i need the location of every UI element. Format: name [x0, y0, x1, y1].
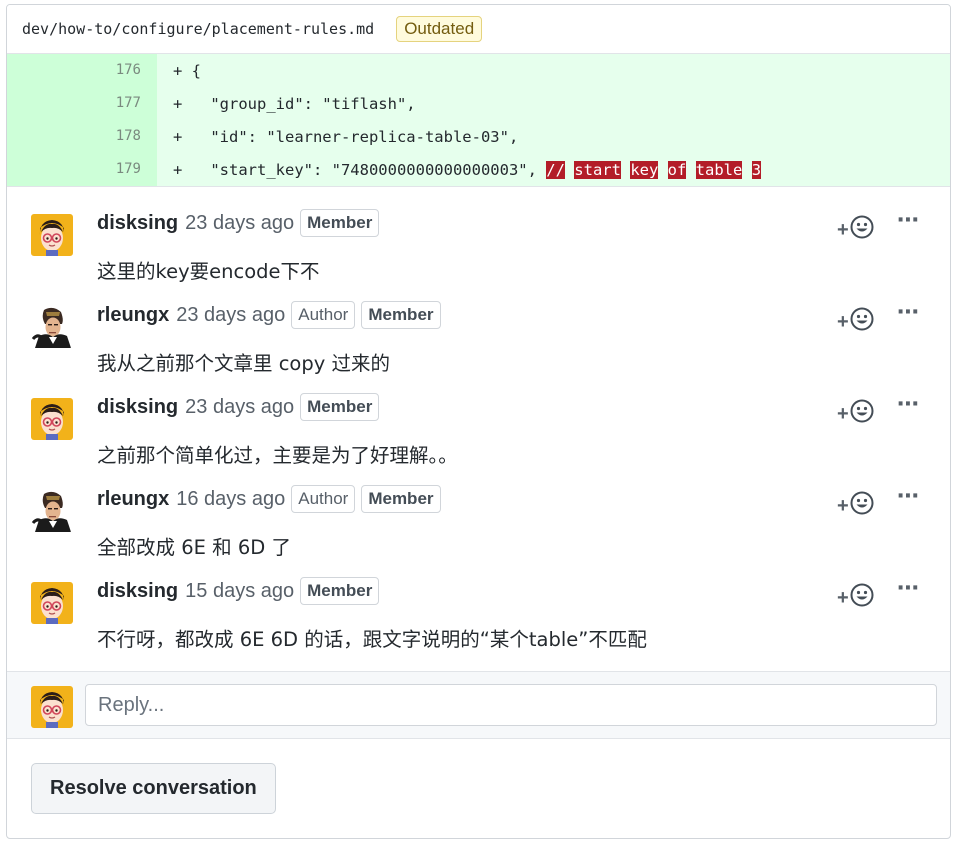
add-reaction-button[interactable]: +: [837, 215, 874, 245]
author-badge: Author: [291, 301, 356, 329]
comment: disksing 15 days ago Member 不行呀，都改成 6E 6D 的…: [7, 565, 950, 657]
line-number[interactable]: 178: [7, 120, 157, 153]
add-reaction-button[interactable]: +: [837, 307, 874, 337]
outdated-badge: Outdated: [396, 16, 483, 42]
kebab-horizontal-icon[interactable]: ⋯: [897, 483, 920, 509]
timestamp-link[interactable]: 23 days ago: [185, 212, 294, 235]
plus-icon: +: [837, 494, 849, 517]
add-reaction-button[interactable]: +: [837, 399, 874, 429]
diff-line: 176 + {: [7, 54, 950, 87]
code-text: + "start_key": "7480000000000000003",: [173, 160, 547, 179]
avatar[interactable]: [31, 490, 73, 532]
kebab-horizontal-icon[interactable]: ⋯: [897, 299, 920, 325]
diff-hunk: 176 + { 177 + "group_id": "tiflash", 178…: [7, 54, 950, 186]
plus-icon: +: [837, 402, 849, 425]
comment-body: 全部改成 6E 和 6D 了: [97, 536, 291, 559]
smiley-icon: [850, 215, 874, 245]
code-comment-token: of: [667, 160, 687, 179]
smiley-icon: [850, 491, 874, 521]
comment-list: disksing 23 days ago Member 这里的key要encode下不…: [7, 186, 950, 657]
file-header: dev/how-to/configure/placement-rules.md …: [7, 5, 950, 54]
line-number[interactable]: 176: [7, 54, 157, 87]
avatar[interactable]: [31, 686, 73, 728]
avatar[interactable]: [31, 214, 73, 256]
timestamp-link[interactable]: 16 days ago: [176, 488, 285, 511]
comment-header: rleungx 23 days ago Author Member: [97, 301, 441, 329]
kebab-horizontal-icon[interactable]: ⋯: [897, 391, 920, 417]
smiley-icon: [850, 583, 874, 613]
comment: disksing 23 days ago Member 之前那个简单化过，主要是为了好…: [7, 381, 950, 473]
diff-line: 179 + "start_key": "7480000000000000003"…: [7, 153, 950, 186]
comment: rleungx 16 days ago Author Member 全部改成 6E 和 …: [7, 473, 950, 565]
review-thread: dev/how-to/configure/placement-rules.md …: [6, 4, 951, 839]
add-reaction-button[interactable]: +: [837, 583, 874, 613]
comment-body: 之前那个简单化过，主要是为了好理解。。: [97, 444, 458, 467]
line-number[interactable]: 177: [7, 87, 157, 120]
code-comment-token: table: [695, 160, 743, 179]
timestamp-link[interactable]: 15 days ago: [185, 580, 294, 603]
comment-header: disksing 15 days ago Member: [97, 577, 380, 605]
member-badge: Member: [361, 301, 441, 329]
author-link[interactable]: disksing: [97, 580, 178, 603]
member-badge: Member: [300, 209, 380, 237]
reply-input[interactable]: Reply...: [85, 684, 937, 726]
member-badge: Member: [300, 393, 380, 421]
member-badge: Member: [300, 577, 380, 605]
plus-icon: +: [837, 586, 849, 609]
timestamp-link[interactable]: 23 days ago: [185, 396, 294, 419]
avatar[interactable]: [31, 398, 73, 440]
diff-line: 178 + "id": "learner-replica-table-03",: [7, 120, 950, 153]
author-link[interactable]: rleungx: [97, 488, 169, 511]
avatar[interactable]: [31, 306, 73, 348]
smiley-icon: [850, 307, 874, 337]
kebab-horizontal-icon[interactable]: ⋯: [897, 575, 920, 601]
reply-bar: Reply...: [7, 671, 950, 739]
author-link[interactable]: disksing: [97, 212, 178, 235]
diff-line: 177 + "group_id": "tiflash",: [7, 87, 950, 120]
comment: rleungx 23 days ago Author Member 我从之前那个文章里 …: [7, 289, 950, 381]
comment-body: 我从之前那个文章里 copy 过来的: [97, 352, 390, 375]
code-line: + "group_id": "tiflash",: [173, 94, 416, 113]
comment: disksing 23 days ago Member 这里的key要encode下不…: [7, 197, 950, 289]
line-number[interactable]: 179: [7, 153, 157, 186]
file-path-link[interactable]: dev/how-to/configure/placement-rules.md: [22, 20, 374, 38]
code-comment-token: start: [574, 160, 621, 179]
comment-body: 这里的key要encode下不: [97, 260, 320, 283]
code-comment-token: 3: [751, 160, 762, 179]
author-link[interactable]: rleungx: [97, 304, 169, 327]
kebab-horizontal-icon[interactable]: ⋯: [897, 207, 920, 233]
timestamp-link[interactable]: 23 days ago: [176, 304, 285, 327]
smiley-icon: [850, 399, 874, 429]
code-line: + "id": "learner-replica-table-03",: [173, 127, 519, 146]
plus-icon: +: [837, 218, 849, 241]
author-badge: Author: [291, 485, 356, 513]
comment-header: disksing 23 days ago Member: [97, 393, 380, 421]
add-reaction-button[interactable]: +: [837, 491, 874, 521]
member-badge: Member: [361, 485, 441, 513]
code-line: + {: [173, 61, 201, 80]
comment-header: disksing 23 days ago Member: [97, 209, 380, 237]
code-comment-token: //: [546, 160, 565, 179]
comment-header: rleungx 16 days ago Author Member: [97, 485, 441, 513]
code-line: + "start_key": "7480000000000000003", //…: [157, 160, 762, 179]
avatar[interactable]: [31, 582, 73, 624]
plus-icon: +: [837, 310, 849, 333]
comment-body: 不行呀，都改成 6E 6D 的话，跟文字说明的“某个table”不匹配: [97, 628, 647, 651]
author-link[interactable]: disksing: [97, 396, 178, 419]
code-comment-token: key: [630, 160, 659, 179]
resolve-conversation-button[interactable]: Resolve conversation: [31, 763, 276, 814]
